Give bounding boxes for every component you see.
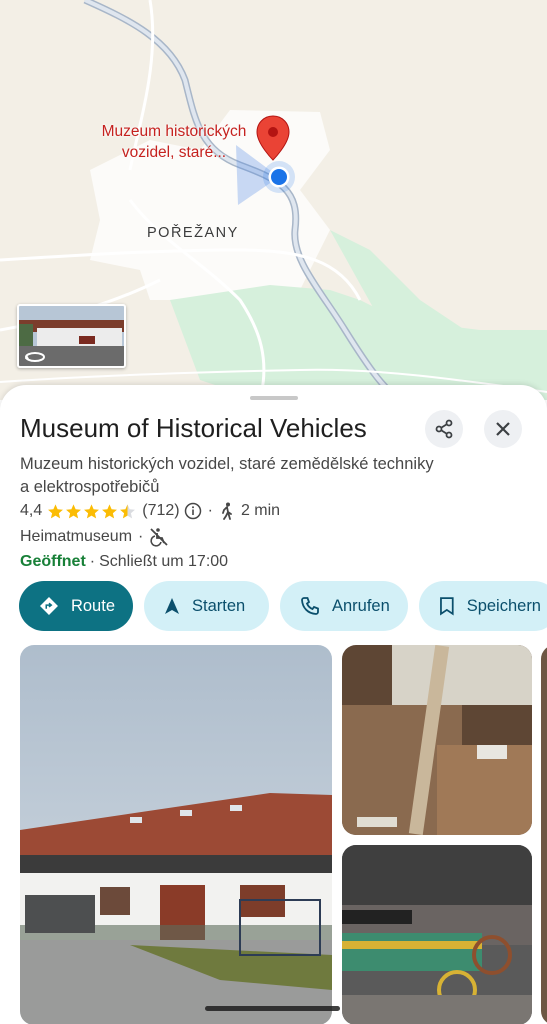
pin-label[interactable]: Muzeum historických vozidel, staré...: [80, 121, 268, 163]
current-location-dot: [271, 169, 287, 185]
start-label: Starten: [192, 596, 246, 615]
open-status: Geöffnet: [20, 553, 86, 570]
walk-icon: [222, 502, 232, 520]
star-icon: [48, 503, 64, 518]
review-count: (712): [142, 502, 180, 519]
separator: ·: [89, 553, 96, 570]
photo-interior[interactable]: [342, 645, 532, 835]
star-icon: [66, 503, 82, 518]
place-title: Museum of Historical Vehicles: [20, 413, 367, 443]
home-indicator[interactable]: [205, 1006, 340, 1011]
star-icon: [102, 503, 118, 518]
rotate-360-icon: [25, 352, 45, 362]
save-button[interactable]: Speichern: [419, 581, 547, 631]
bookmark-icon: [440, 597, 454, 616]
place-subtitle: Muzeum historických vozidel, staré zeměd…: [20, 455, 434, 496]
town-label: POŘEŽANY: [147, 225, 239, 241]
call-label: Anrufen: [332, 596, 390, 615]
photo-more[interactable]: [541, 645, 547, 1024]
rating-row[interactable]: 4,4 (712) · 2 min: [20, 500, 280, 522]
rating-stars: [47, 503, 137, 520]
closing-time: Schließt um 17:00: [99, 553, 229, 570]
photo-wagon[interactable]: [342, 845, 532, 1024]
separator: ·: [138, 528, 144, 545]
rating-value: 4,4: [20, 502, 43, 519]
street-view-thumbnail[interactable]: [17, 304, 126, 368]
hours-row[interactable]: Geöffnet · Schließt um 17:00: [20, 551, 228, 573]
save-label: Speichern: [466, 596, 541, 615]
photo-museum-exterior[interactable]: [20, 645, 332, 1024]
close-button[interactable]: [484, 410, 522, 448]
no-wheelchair-icon: [150, 528, 168, 547]
call-button[interactable]: Anrufen: [280, 581, 408, 631]
separator: ·: [207, 502, 213, 519]
map-view[interactable]: Muzeum historických vozidel, staré... PO…: [0, 0, 547, 400]
route-button[interactable]: Route: [19, 581, 133, 631]
drag-handle[interactable]: [250, 396, 298, 400]
place-sheet: Museum of Historical Vehicles Muzeum his…: [0, 385, 547, 1024]
share-button[interactable]: [425, 410, 463, 448]
info-icon[interactable]: [184, 502, 202, 520]
route-label: Route: [70, 596, 115, 615]
action-chips: Route Starten Anrufen Speichern: [19, 581, 547, 631]
star-icon: [84, 503, 100, 518]
half-star-icon: [120, 503, 136, 518]
walk-time: 2 min: [240, 502, 281, 519]
category: Heimatmuseum: [20, 528, 133, 545]
navigation-arrow-icon: [165, 598, 179, 614]
share-icon: [435, 419, 453, 439]
phone-icon: [301, 597, 319, 615]
start-button[interactable]: Starten: [144, 581, 269, 631]
close-icon: [496, 422, 510, 436]
photo-gallery[interactable]: [0, 644, 547, 1024]
category-row: Heimatmuseum ·: [20, 526, 169, 548]
directions-icon: [39, 597, 58, 615]
